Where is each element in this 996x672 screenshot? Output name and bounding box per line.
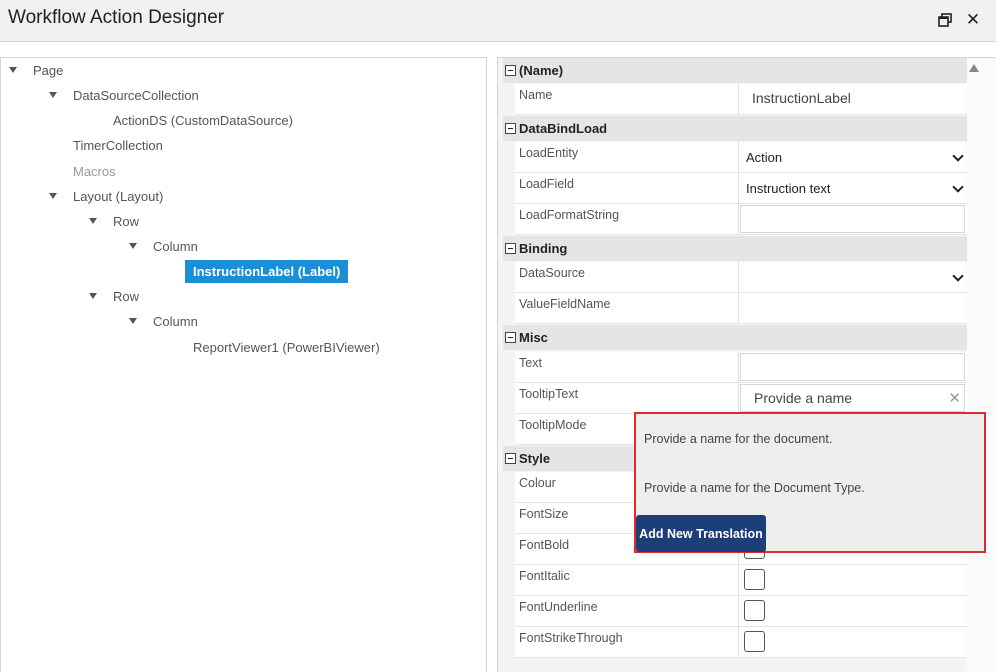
property-row-loadfield: LoadField Instruction text (515, 173, 967, 204)
loadentity-select[interactable]: Action (746, 142, 968, 172)
tree-node-layout[interactable]: Layout (Layout) (49, 185, 171, 207)
collapse-caret-icon[interactable] (49, 92, 57, 98)
chevron-down-icon (952, 181, 964, 193)
property-row-tooltiptext: TooltipText Provide a name ✕ (515, 383, 967, 414)
valuefieldname-value[interactable] (738, 293, 967, 323)
tree-node-page[interactable]: Page (9, 59, 71, 81)
chevron-down-icon (952, 270, 964, 282)
title-bar: Workflow Action Designer ✕ (0, 0, 996, 42)
category-name[interactable]: (Name) (503, 58, 967, 83)
restore-window-icon[interactable] (934, 9, 956, 31)
scroll-up-arrow-icon[interactable] (969, 64, 979, 72)
chevron-down-icon (952, 150, 964, 162)
text-input[interactable] (740, 353, 965, 381)
tree-node-timercollection[interactable]: TimerCollection (65, 134, 171, 156)
tree-node-reportviewer1[interactable]: ReportViewer1 (PowerBIViewer) (185, 336, 388, 358)
collapse-caret-icon[interactable] (89, 293, 97, 299)
fontunderline-checkbox[interactable] (744, 600, 765, 621)
suggestion-item[interactable]: Provide a name for the document. (644, 432, 832, 446)
loadfield-select[interactable]: Instruction text (746, 173, 968, 203)
close-icon[interactable]: ✕ (962, 9, 984, 31)
suggestion-item[interactable]: Provide a name for the Document Type. (644, 481, 865, 495)
collapse-caret-icon[interactable] (9, 67, 17, 73)
property-row-fontstrikethrough: FontStrikeThrough (515, 627, 967, 658)
fontstrikethrough-checkbox[interactable] (744, 631, 765, 652)
tree-node-row[interactable]: Row (89, 210, 147, 232)
collapse-caret-icon[interactable] (129, 243, 137, 249)
loadformatstring-input[interactable] (740, 205, 965, 233)
tooltiptext-input[interactable]: Provide a name (740, 384, 965, 412)
property-row-fontunderline: FontUnderline (515, 596, 967, 627)
property-value-name[interactable]: InstructionLabel (738, 84, 967, 114)
collapse-box-icon[interactable] (505, 123, 516, 134)
tree-node-column[interactable]: Column (129, 310, 206, 332)
collapse-caret-icon[interactable] (89, 218, 97, 224)
add-new-translation-button[interactable]: Add New Translation (636, 515, 766, 552)
collapse-box-icon[interactable] (505, 332, 516, 343)
datasource-select[interactable] (746, 262, 968, 292)
property-row-datasource: DataSource (515, 262, 967, 293)
tree-node-instructionlabel[interactable]: InstructionLabel (Label) (185, 259, 349, 283)
category-misc[interactable]: Misc (503, 325, 967, 350)
property-row-loadformatstring: LoadFormatString (515, 204, 967, 235)
tree-node-datasourcecollection[interactable]: DataSourceCollection (49, 84, 207, 106)
collapse-caret-icon[interactable] (49, 193, 57, 199)
window-title: Workflow Action Designer (8, 7, 225, 28)
category-binding[interactable]: Binding (503, 236, 967, 261)
collapse-caret-icon[interactable] (129, 318, 137, 324)
collapse-box-icon[interactable] (505, 65, 516, 76)
fontitalic-checkbox[interactable] (744, 569, 765, 590)
property-row-name: Name InstructionLabel (515, 84, 967, 115)
clear-icon[interactable]: ✕ (948, 389, 961, 407)
collapse-box-icon[interactable] (505, 243, 516, 254)
tree-node-column[interactable]: Column (129, 235, 206, 257)
property-row-text: Text (515, 352, 967, 383)
collapse-box-icon[interactable] (505, 453, 516, 464)
property-grid-scrollbar[interactable] (967, 58, 996, 672)
category-databindload[interactable]: DataBindLoad (503, 116, 967, 141)
property-row-valuefieldname: ValueFieldName (515, 293, 967, 324)
tree-node-actionds[interactable]: ActionDS (CustomDataSource) (105, 109, 301, 131)
tree-node-macros[interactable]: Macros (65, 160, 124, 182)
tree-node-row[interactable]: Row (89, 285, 147, 307)
translation-suggestion-popup: Provide a name for the document. Provide… (634, 412, 986, 553)
property-row-fontitalic: FontItalic (515, 565, 967, 596)
property-row-loadentity: LoadEntity Action (515, 142, 967, 173)
